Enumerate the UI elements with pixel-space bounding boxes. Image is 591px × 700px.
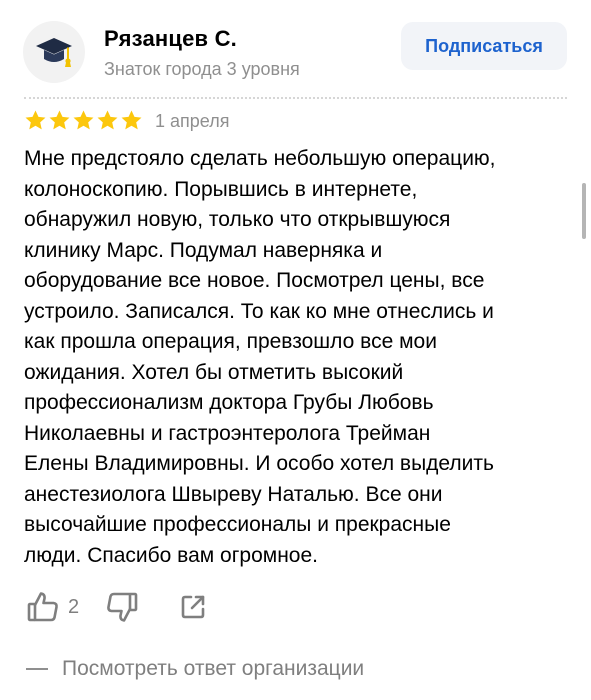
graduation-cap-icon [36, 38, 72, 67]
review-text: Мне предстояло сделать небольшую операци… [24, 147, 496, 567]
rating-stars [24, 109, 143, 132]
star-icon [49, 110, 70, 130]
star-icon [121, 110, 142, 130]
star-icon [25, 110, 46, 130]
share-button[interactable] [179, 593, 207, 621]
avatar[interactable] [23, 21, 85, 83]
thumbs-up-icon [27, 592, 58, 622]
star-icon [73, 110, 94, 130]
review-actions: 2 [26, 589, 207, 625]
review-date: 1 апреля [155, 111, 230, 131]
dislike-button[interactable] [105, 590, 139, 624]
scrollbar[interactable] [582, 183, 586, 239]
share-icon [181, 595, 205, 619]
org-reply-label: Посмотреть ответ организации [62, 657, 365, 680]
divider [24, 97, 567, 99]
like-button[interactable]: 2 [26, 590, 79, 624]
subscribe-button[interactable]: Подписаться [401, 22, 567, 70]
author-level: Знаток города 3 уровня [104, 59, 300, 79]
author-name[interactable]: Рязанцев С. [104, 26, 237, 52]
like-count: 2 [68, 595, 80, 618]
dash-divider [26, 668, 48, 670]
star-icon [97, 110, 118, 130]
thumbs-down-icon [107, 592, 138, 622]
view-org-reply-link[interactable]: Посмотреть ответ организации [26, 657, 364, 681]
review-card: Рязанцев С. Знаток города 3 уровня Подпи… [0, 0, 591, 700]
